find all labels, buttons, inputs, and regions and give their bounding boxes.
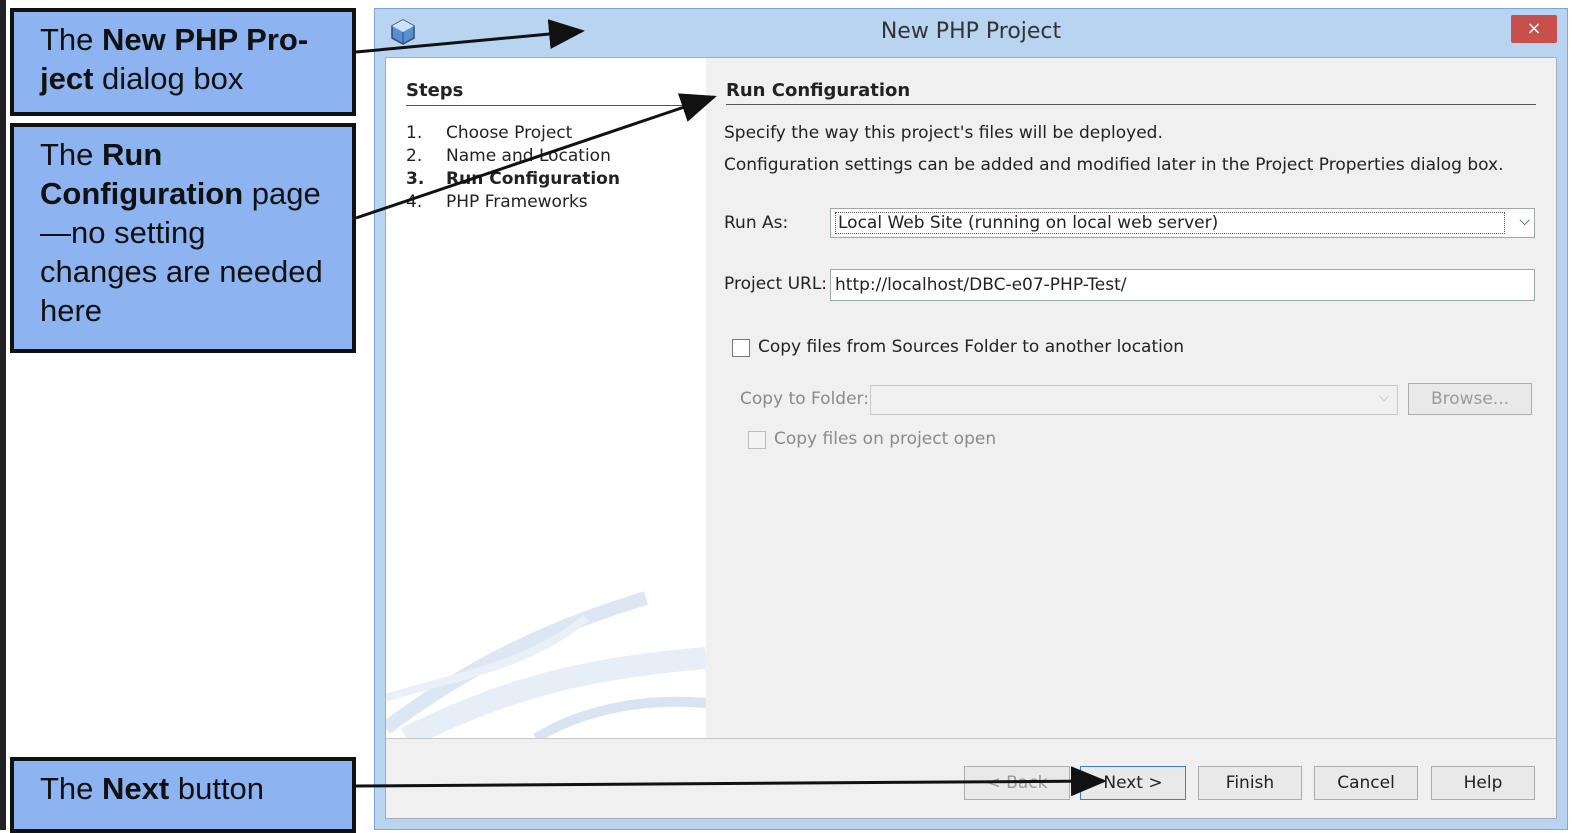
step-label: Run Configuration — [446, 169, 620, 189]
step-label: Name and Location — [446, 146, 611, 166]
browse-button[interactable]: Browse... — [1408, 383, 1532, 415]
description-line-2: Configuration settings can be added and … — [724, 155, 1504, 175]
copy-to-folder-label: Copy to Folder: — [740, 389, 869, 409]
help-button[interactable]: Help — [1431, 766, 1535, 800]
section-title: Run Configuration — [726, 80, 911, 101]
next-button[interactable]: Next > — [1080, 766, 1186, 800]
step-label: PHP Frameworks — [446, 192, 588, 212]
cancel-button[interactable]: Cancel — [1314, 766, 1418, 800]
chevron-down-icon: ⌵ — [1519, 213, 1530, 229]
new-php-project-dialog: New PHP Project × Steps 1. Choose Project… — [374, 8, 1568, 830]
description-line-1: Specify the way this project's files wil… — [724, 123, 1163, 143]
callout-next-prefix: The — [40, 771, 103, 806]
step-item: 1. Choose Project — [406, 122, 620, 145]
chevron-down-icon: ⌵ — [1379, 390, 1389, 405]
project-url-label: Project URL: — [724, 274, 828, 294]
step-number: 2. — [406, 146, 423, 166]
section-divider — [726, 104, 1536, 105]
run-configuration-panel: Run Configuration Specify the way this p… — [706, 58, 1556, 738]
copy-files-label[interactable]: Copy files from Sources Folder to anothe… — [758, 337, 1184, 357]
title-bar: New PHP Project × — [375, 9, 1567, 57]
dialog-body: Steps 1. Choose Project 2. Name and Locati… — [385, 57, 1557, 819]
run-as-select[interactable]: Local Web Site (running on local web ser… — [830, 208, 1535, 238]
callout-next-button: The Next button — [10, 757, 356, 833]
run-as-label: Run As: — [724, 213, 789, 233]
callout-next-bold: Next — [102, 771, 170, 806]
copy-on-open-checkbox[interactable] — [748, 431, 766, 449]
step-number: 4. — [406, 192, 423, 212]
callout-next-suffix: button — [169, 771, 265, 806]
callout-run-configuration: The Run Configuration page—no setting ch… — [10, 123, 356, 353]
copy-files-checkbox[interactable] — [732, 339, 750, 357]
step-label: Choose Project — [446, 123, 573, 143]
dialog-title: New PHP Project — [880, 19, 1062, 44]
steps-list: 1. Choose Project 2. Name and Location 3. R… — [406, 122, 620, 214]
step-number: 1. — [406, 123, 423, 143]
steps-panel: Steps 1. Choose Project 2. Name and Locati… — [386, 58, 706, 738]
copy-on-open-label: Copy files on project open — [774, 429, 997, 449]
finish-button[interactable]: Finish — [1198, 766, 1302, 800]
step-item: 4. PHP Frameworks — [406, 191, 620, 214]
project-url-input[interactable]: http://localhost/DBC-e07-PHP-Test/ — [830, 269, 1535, 301]
step-item: 2. Name and Location — [406, 145, 620, 168]
close-button[interactable]: × — [1511, 15, 1557, 43]
footer-divider — [386, 738, 1556, 739]
steps-title: Steps — [406, 80, 464, 101]
callout-dialog: The New PHP Pro-ject dialog box — [10, 8, 356, 116]
copy-to-folder-select[interactable]: ⌵ — [870, 385, 1398, 415]
back-button[interactable]: < Back — [964, 766, 1070, 800]
left-border — [0, 0, 6, 830]
run-as-value: Local Web Site (running on local web ser… — [835, 212, 1505, 234]
callout-dialog-suffix: dialog box — [93, 61, 244, 96]
callout-dialog-prefix: The — [40, 22, 103, 57]
step-number: 3. — [406, 169, 425, 189]
steps-divider — [406, 105, 696, 106]
decorative-swoosh — [386, 591, 706, 738]
callout-runconfig-prefix: The — [40, 137, 103, 172]
step-item-current: 3. Run Configuration — [406, 168, 620, 191]
